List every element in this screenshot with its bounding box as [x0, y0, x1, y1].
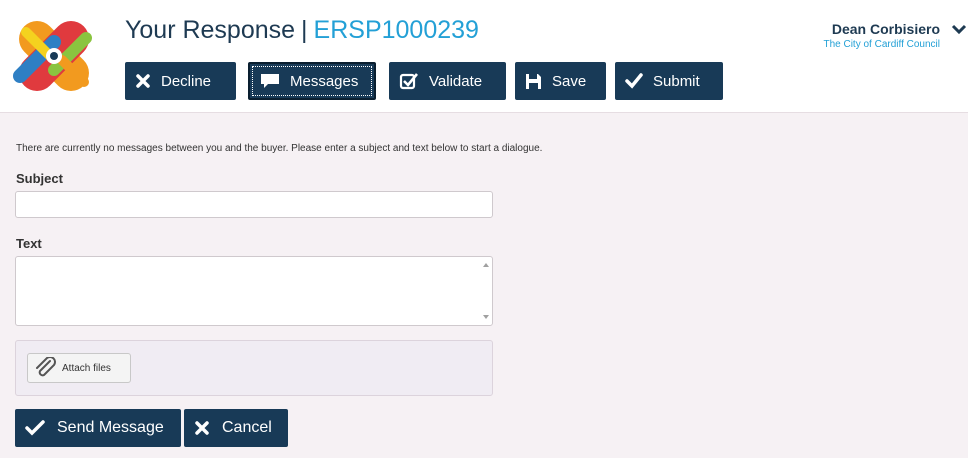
title-separator: |: [301, 16, 308, 44]
attach-files-label: Attach files: [62, 362, 111, 374]
speech-bubble-icon: [261, 74, 279, 88]
scroll-up-arrow[interactable]: [483, 263, 489, 267]
attachments-panel: Attach files: [15, 340, 493, 396]
attach-files-button[interactable]: Attach files: [27, 353, 131, 383]
submit-label: Submit: [653, 72, 700, 90]
decline-button[interactable]: Decline: [125, 62, 236, 100]
checkmark-icon: [25, 420, 45, 436]
user-name[interactable]: Dean Corbisiero: [823, 20, 940, 38]
no-messages-info: There are currently no messages between …: [16, 143, 543, 154]
validate-label: Validate: [429, 72, 483, 90]
floppy-disk-icon: [526, 73, 541, 89]
response-reference: ERSP1000239: [313, 16, 479, 44]
send-message-label: Send Message: [57, 419, 164, 436]
chevron-down-icon[interactable]: [950, 20, 968, 38]
messages-button[interactable]: Messages: [248, 62, 376, 100]
user-info[interactable]: Dean Corbisiero The City of Cardiff Coun…: [823, 20, 940, 52]
cancel-button[interactable]: Cancel: [184, 409, 288, 447]
paperclip-icon: [36, 357, 56, 377]
page-title-text: Your Response: [125, 16, 296, 44]
decline-label: Decline: [161, 72, 212, 90]
page-title: Your Response | ERSP1000239: [125, 14, 479, 46]
checkmark-icon: [625, 73, 643, 89]
validate-button[interactable]: Validate: [389, 62, 506, 100]
checkbox-check-icon: [399, 73, 419, 90]
logo-icon: [13, 21, 92, 91]
close-icon: [136, 74, 150, 88]
message-text-area[interactable]: [15, 256, 493, 326]
close-icon: [195, 421, 209, 435]
page-header: Your Response | ERSP1000239 Dean Corbisier…: [0, 0, 968, 112]
user-organisation: The City of Cardiff Council: [823, 39, 940, 50]
subject-input[interactable]: [15, 191, 493, 218]
submit-button[interactable]: Submit: [615, 62, 723, 100]
send-message-button[interactable]: Send Message: [15, 409, 181, 447]
messages-panel: There are currently no messages between …: [0, 112, 968, 458]
subject-label: Subject: [16, 171, 63, 186]
scroll-down-arrow[interactable]: [483, 315, 489, 319]
save-button[interactable]: Save: [515, 62, 606, 100]
cancel-label: Cancel: [222, 419, 272, 436]
save-label: Save: [552, 72, 587, 90]
messages-label: Messages: [290, 72, 359, 90]
text-label: Text: [16, 236, 42, 251]
